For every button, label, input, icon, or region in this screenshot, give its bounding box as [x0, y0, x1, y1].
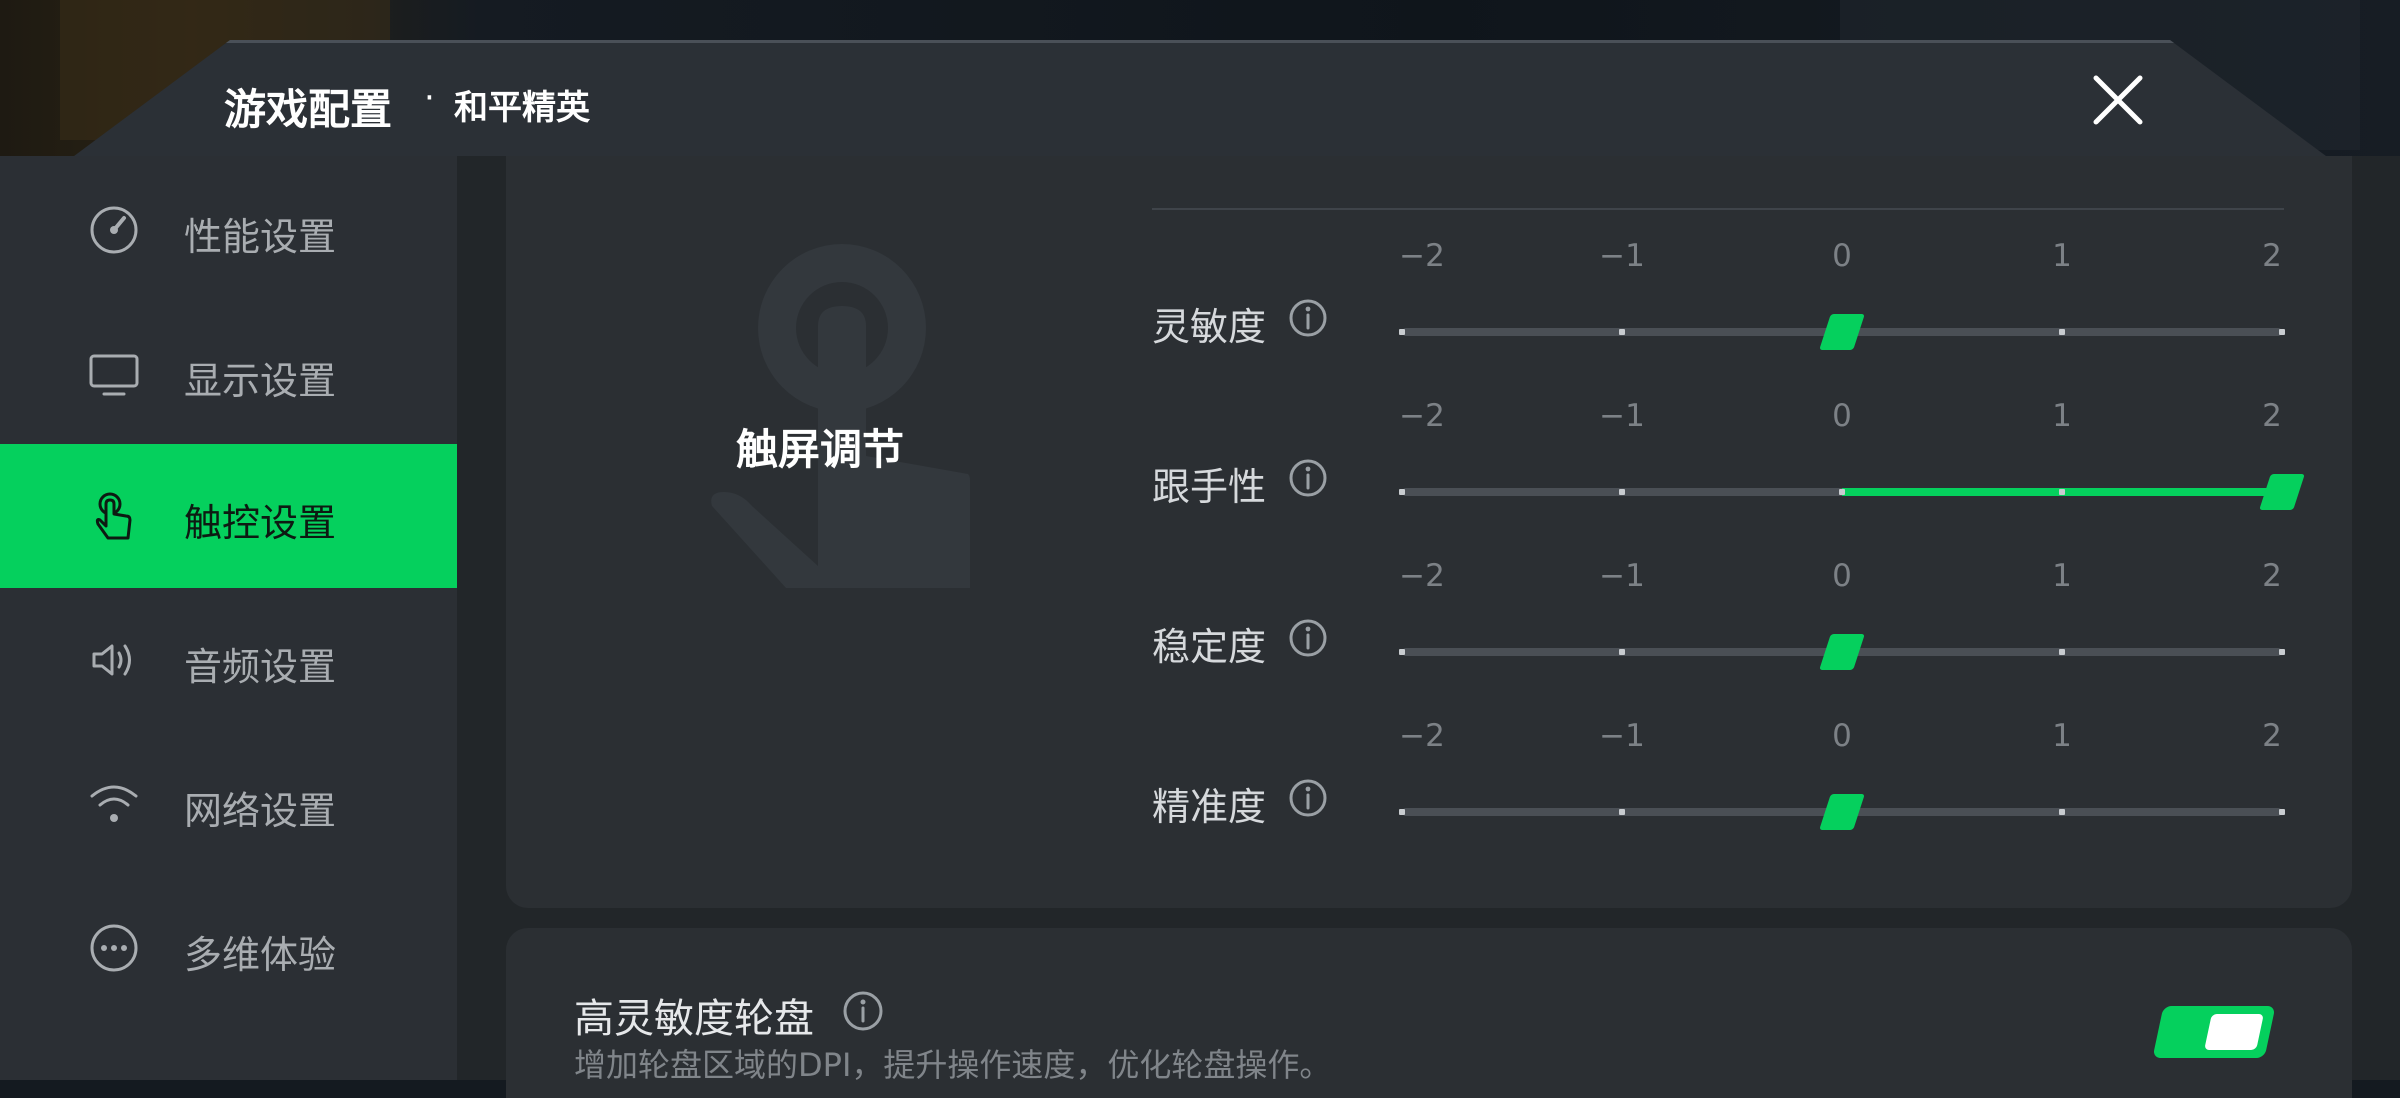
speedometer-icon — [90, 206, 138, 254]
speaker-icon — [92, 644, 131, 676]
tick-label: −2 — [1399, 238, 1445, 274]
high-sensitivity-title: 高灵敏度轮盘 — [574, 996, 814, 1042]
sidebar-item-label: 性能设置 — [184, 215, 337, 259]
info-icon[interactable] — [1288, 618, 1328, 658]
slider-tick-mark — [2059, 329, 2065, 335]
slider-label: 灵敏度 — [1152, 305, 1267, 349]
tick-label: −2 — [1399, 398, 1445, 434]
tick-label: 2 — [2262, 718, 2282, 754]
sidebar: 性能设置 显示设置 触控设置 音频设置 网络设置 多维体验 — [0, 156, 457, 1080]
tick-label: −1 — [1599, 238, 1645, 274]
slider-label: 稳定度 — [1152, 625, 1267, 669]
slider-tick-mark — [2279, 329, 2285, 335]
info-icon[interactable] — [1288, 298, 1328, 338]
slider-tick-mark — [1399, 809, 1405, 815]
sidebar-item-label: 网络设置 — [184, 789, 337, 833]
tick-label: 1 — [2052, 558, 2072, 594]
slider-tick-mark — [2279, 649, 2285, 655]
tick-label: −1 — [1599, 558, 1645, 594]
sidebar-item-audio[interactable]: 音频设置 — [0, 588, 457, 732]
slider-tick-mark — [1839, 489, 1845, 495]
tick-label: 0 — [1832, 238, 1852, 274]
slider-tick-mark — [2059, 649, 2065, 655]
page-title: 游戏配置 — [224, 85, 393, 134]
slider-tick-mark — [2279, 809, 2285, 815]
tick-label: 0 — [1832, 398, 1852, 434]
slider-tick-mark — [2059, 489, 2065, 495]
slider-label: 跟手性 — [1152, 465, 1267, 509]
more-dots-icon — [90, 924, 138, 972]
sidebar-item-network[interactable]: 网络设置 — [0, 732, 457, 876]
sidebar-item-display[interactable]: 显示设置 — [0, 302, 457, 446]
tick-label: 0 — [1832, 558, 1852, 594]
info-icon[interactable] — [1288, 458, 1328, 498]
tick-label: 2 — [2262, 558, 2282, 594]
tick-label: −1 — [1599, 718, 1645, 754]
sidebar-item-label: 多维体验 — [184, 933, 337, 977]
sidebar-item-multi-experience[interactable]: 多维体验 — [0, 876, 457, 1020]
slider-tick-mark — [1619, 649, 1625, 655]
slider-tick-mark — [1619, 489, 1625, 495]
wifi-icon — [90, 785, 138, 822]
monitor-icon — [89, 354, 139, 396]
close-icon[interactable] — [2088, 70, 2148, 130]
tick-label: 0 — [1832, 718, 1852, 754]
toggle-knob — [2204, 1014, 2264, 1050]
tick-label: 1 — [2052, 398, 2072, 434]
slider-tick-mark — [1619, 809, 1625, 815]
divider — [1152, 208, 2284, 210]
slider-tick-mark — [1399, 329, 1405, 335]
slider-tick-mark — [2059, 809, 2065, 815]
sidebar-item-label: 显示设置 — [184, 359, 337, 403]
title-separator: · — [424, 78, 435, 118]
tick-label: 1 — [2052, 718, 2072, 754]
info-icon[interactable] — [1288, 778, 1328, 818]
tick-label: −2 — [1399, 718, 1445, 754]
touch-panel-title: 触屏调节 — [736, 425, 905, 474]
game-name: 和平精英 — [454, 88, 590, 128]
slider-label: 精准度 — [1152, 785, 1267, 829]
sidebar-item-label: 音频设置 — [184, 645, 337, 689]
slider-tick-mark — [1619, 329, 1625, 335]
tick-label: 2 — [2262, 238, 2282, 274]
slider-tick-mark — [1399, 649, 1405, 655]
tick-label: −2 — [1399, 558, 1445, 594]
high-sensitivity-description: 增加轮盘区域的DPI，提升操作速度，优化轮盘操作。 — [574, 1046, 1332, 1084]
sidebar-item-touch[interactable]: 触控设置 — [0, 444, 457, 588]
slider-tick-mark — [1399, 489, 1405, 495]
tick-label: 2 — [2262, 398, 2282, 434]
touch-hand-icon — [95, 492, 132, 540]
sidebar-item-performance[interactable]: 性能设置 — [0, 158, 457, 302]
info-icon[interactable] — [842, 990, 884, 1032]
sidebar-item-label: 触控设置 — [184, 501, 337, 545]
tick-label: 1 — [2052, 238, 2072, 274]
tick-label: −1 — [1599, 398, 1645, 434]
high-sensitivity-toggle[interactable] — [2152, 1006, 2276, 1058]
